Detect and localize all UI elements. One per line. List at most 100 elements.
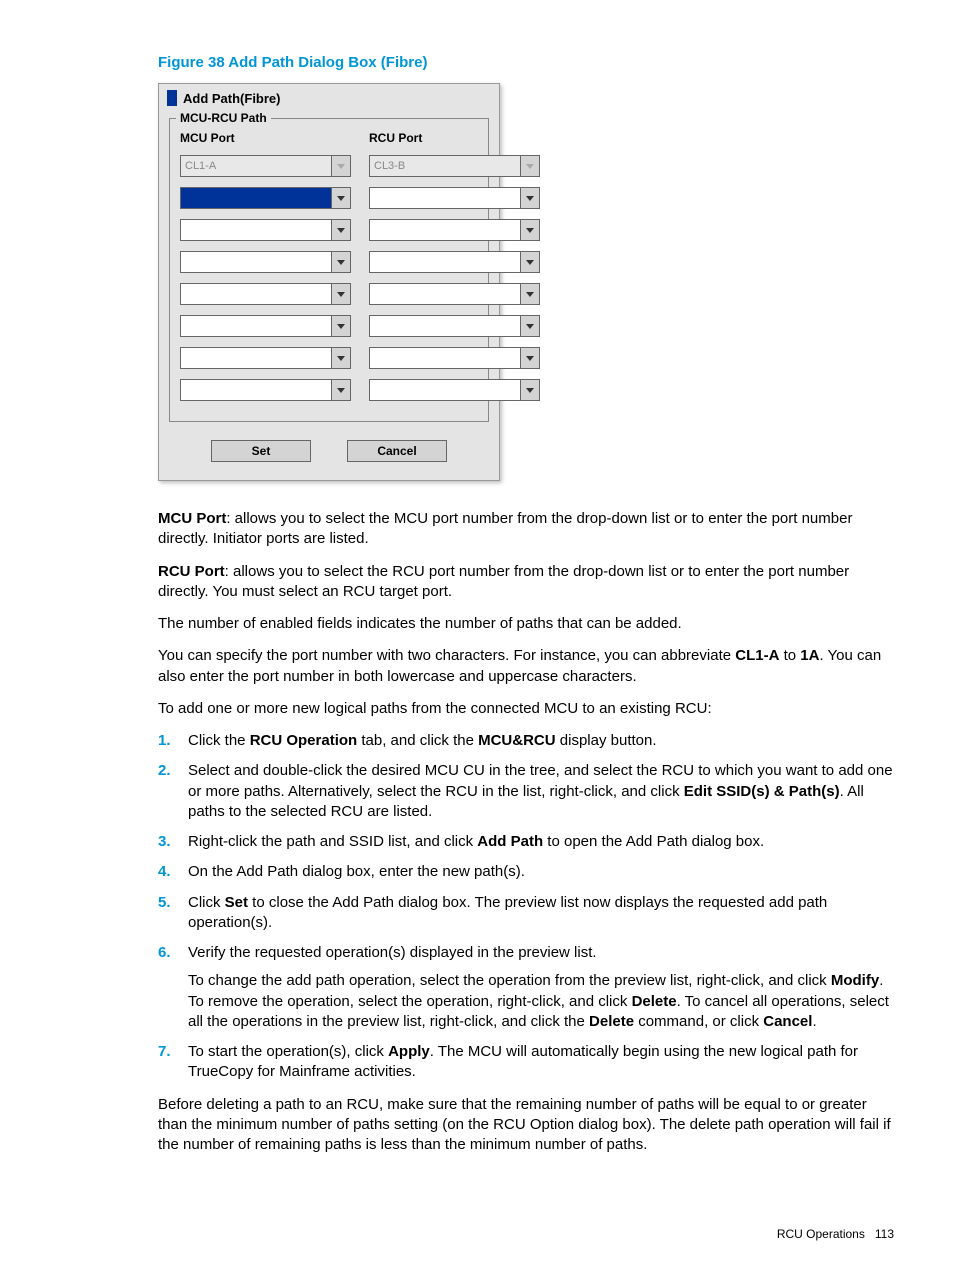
step-body: To start the operation(s), click Apply. …	[188, 1042, 894, 1083]
mcu-port-column: MCU Port	[180, 127, 351, 411]
rcu-port-dropdown-3[interactable]	[520, 251, 540, 273]
bold-run: Set	[225, 894, 248, 911]
step-body: Click the RCU Operation tab, and click t…	[188, 731, 894, 751]
footer-page-number: 113	[875, 1227, 894, 1241]
rcu-port-dropdown-2[interactable]	[520, 219, 540, 241]
rcu-port-input-6[interactable]	[369, 347, 520, 369]
rcu-port-row-7[interactable]	[369, 379, 540, 401]
step-body: Verify the requested operation(s) displa…	[188, 943, 894, 1032]
rcu-port-row-5[interactable]	[369, 315, 540, 337]
mcu-port-dropdown-0	[331, 155, 351, 177]
rcu-port-row-2[interactable]	[369, 219, 540, 241]
rcu-port-paragraph: RCU Port: allows you to select the RCU p…	[158, 562, 894, 603]
mcu-port-input-3[interactable]	[180, 251, 331, 273]
mcu-port-input-2[interactable]	[180, 219, 331, 241]
steps-list: 1.Click the RCU Operation tab, and click…	[158, 731, 894, 1083]
step-number: 4.	[158, 862, 188, 882]
rcu-port-input-4[interactable]	[369, 283, 520, 305]
mcu-port-row-7[interactable]	[180, 379, 351, 401]
step-number: 1.	[158, 731, 188, 751]
rcu-port-row-6[interactable]	[369, 347, 540, 369]
fieldset-legend: MCU-RCU Path	[176, 111, 271, 125]
mcu-port-dropdown-2[interactable]	[331, 219, 351, 241]
mcu-port-row-3[interactable]	[180, 251, 351, 273]
mcu-port-row-5[interactable]	[180, 315, 351, 337]
step-number: 5.	[158, 893, 188, 934]
closing-paragraph: Before deleting a path to an RCU, make s…	[158, 1095, 894, 1156]
mcu-port-input-1[interactable]	[180, 187, 331, 209]
rcu-port-input-3[interactable]	[369, 251, 520, 273]
bold-run: Cancel	[763, 1013, 812, 1030]
bold-run: MCU&RCU	[478, 732, 556, 749]
rcu-port-input-7[interactable]	[369, 379, 520, 401]
bold-run: RCU Operation	[250, 732, 358, 749]
text-run: You can specify the port number with two…	[158, 647, 735, 664]
mcu-port-row-0	[180, 155, 351, 177]
port-abbrev-paragraph: You can specify the port number with two…	[158, 646, 894, 687]
step-body: On the Add Path dialog box, enter the ne…	[188, 862, 894, 882]
body-text: MCU Port: allows you to select the MCU p…	[158, 509, 894, 1155]
mcu-port-term: MCU Port	[158, 510, 226, 527]
mcu-port-dropdown-7[interactable]	[331, 379, 351, 401]
mcu-port-input-5[interactable]	[180, 315, 331, 337]
dialog-button-row: Set Cancel	[159, 434, 499, 480]
figure-caption: Figure 38 Add Path Dialog Box (Fibre)	[158, 54, 894, 71]
step-item: 3.Right-click the path and SSID list, an…	[158, 832, 894, 852]
bold-run: Delete	[589, 1013, 634, 1030]
step-number: 6.	[158, 943, 188, 1032]
rcu-port-dropdown-7[interactable]	[520, 379, 540, 401]
page-footer: RCU Operations 113	[777, 1227, 894, 1241]
mcu-port-row-6[interactable]	[180, 347, 351, 369]
step-body: Right-click the path and SSID list, and …	[188, 832, 894, 852]
rcu-port-input-5[interactable]	[369, 315, 520, 337]
mcu-rcu-path-group: MCU-RCU Path MCU Port	[169, 118, 489, 422]
step-number: 3.	[158, 832, 188, 852]
mcu-port-row-1[interactable]	[180, 187, 351, 209]
mcu-port-input-0	[180, 155, 331, 177]
mcu-port-dropdown-6[interactable]	[331, 347, 351, 369]
mcu-port-paragraph: MCU Port: allows you to select the MCU p…	[158, 509, 894, 550]
bold-run: Delete	[632, 993, 677, 1010]
mcu-port-input-6[interactable]	[180, 347, 331, 369]
rcu-port-row-1[interactable]	[369, 187, 540, 209]
mcu-port-dropdown-3[interactable]	[331, 251, 351, 273]
text-run: to	[779, 647, 800, 664]
mcu-port-row-2[interactable]	[180, 219, 351, 241]
rcu-port-header: RCU Port	[369, 131, 540, 145]
step-item: 2.Select and double-click the desired MC…	[158, 761, 894, 822]
set-button[interactable]: Set	[211, 440, 311, 462]
rcu-port-dropdown-4[interactable]	[520, 283, 540, 305]
bold-run: CL1-A	[735, 647, 779, 664]
rcu-port-input-0	[369, 155, 520, 177]
bold-run: Apply	[388, 1043, 430, 1060]
mcu-port-input-4[interactable]	[180, 283, 331, 305]
mcu-port-header: MCU Port	[180, 131, 351, 145]
cancel-button[interactable]: Cancel	[347, 440, 447, 462]
mcu-port-def: : allows you to select the MCU port numb…	[158, 510, 852, 547]
bold-run: Modify	[831, 972, 879, 989]
rcu-port-def: : allows you to select the RCU port numb…	[158, 563, 849, 600]
rcu-port-row-3[interactable]	[369, 251, 540, 273]
document-page: Figure 38 Add Path Dialog Box (Fibre) Ad…	[0, 0, 954, 1271]
rcu-port-dropdown-1[interactable]	[520, 187, 540, 209]
step-number: 2.	[158, 761, 188, 822]
rcu-port-row-4[interactable]	[369, 283, 540, 305]
rcu-port-input-1[interactable]	[369, 187, 520, 209]
step-item: 5.Click Set to close the Add Path dialog…	[158, 893, 894, 934]
mcu-port-row-4[interactable]	[180, 283, 351, 305]
title-bar-icon	[167, 90, 177, 106]
step-item: 6.Verify the requested operation(s) disp…	[158, 943, 894, 1032]
mcu-port-dropdown-5[interactable]	[331, 315, 351, 337]
bold-run: Edit SSID(s) & Path(s)	[684, 783, 840, 800]
rcu-port-dropdown-5[interactable]	[520, 315, 540, 337]
rcu-port-row-0	[369, 155, 540, 177]
step-number: 7.	[158, 1042, 188, 1083]
intro-steps-paragraph: To add one or more new logical paths fro…	[158, 699, 894, 719]
mcu-port-input-7[interactable]	[180, 379, 331, 401]
rcu-port-input-2[interactable]	[369, 219, 520, 241]
rcu-port-column: RCU Port	[369, 127, 540, 411]
mcu-port-dropdown-4[interactable]	[331, 283, 351, 305]
mcu-port-dropdown-1[interactable]	[331, 187, 351, 209]
rcu-port-dropdown-6[interactable]	[520, 347, 540, 369]
step-item: 7.To start the operation(s), click Apply…	[158, 1042, 894, 1083]
